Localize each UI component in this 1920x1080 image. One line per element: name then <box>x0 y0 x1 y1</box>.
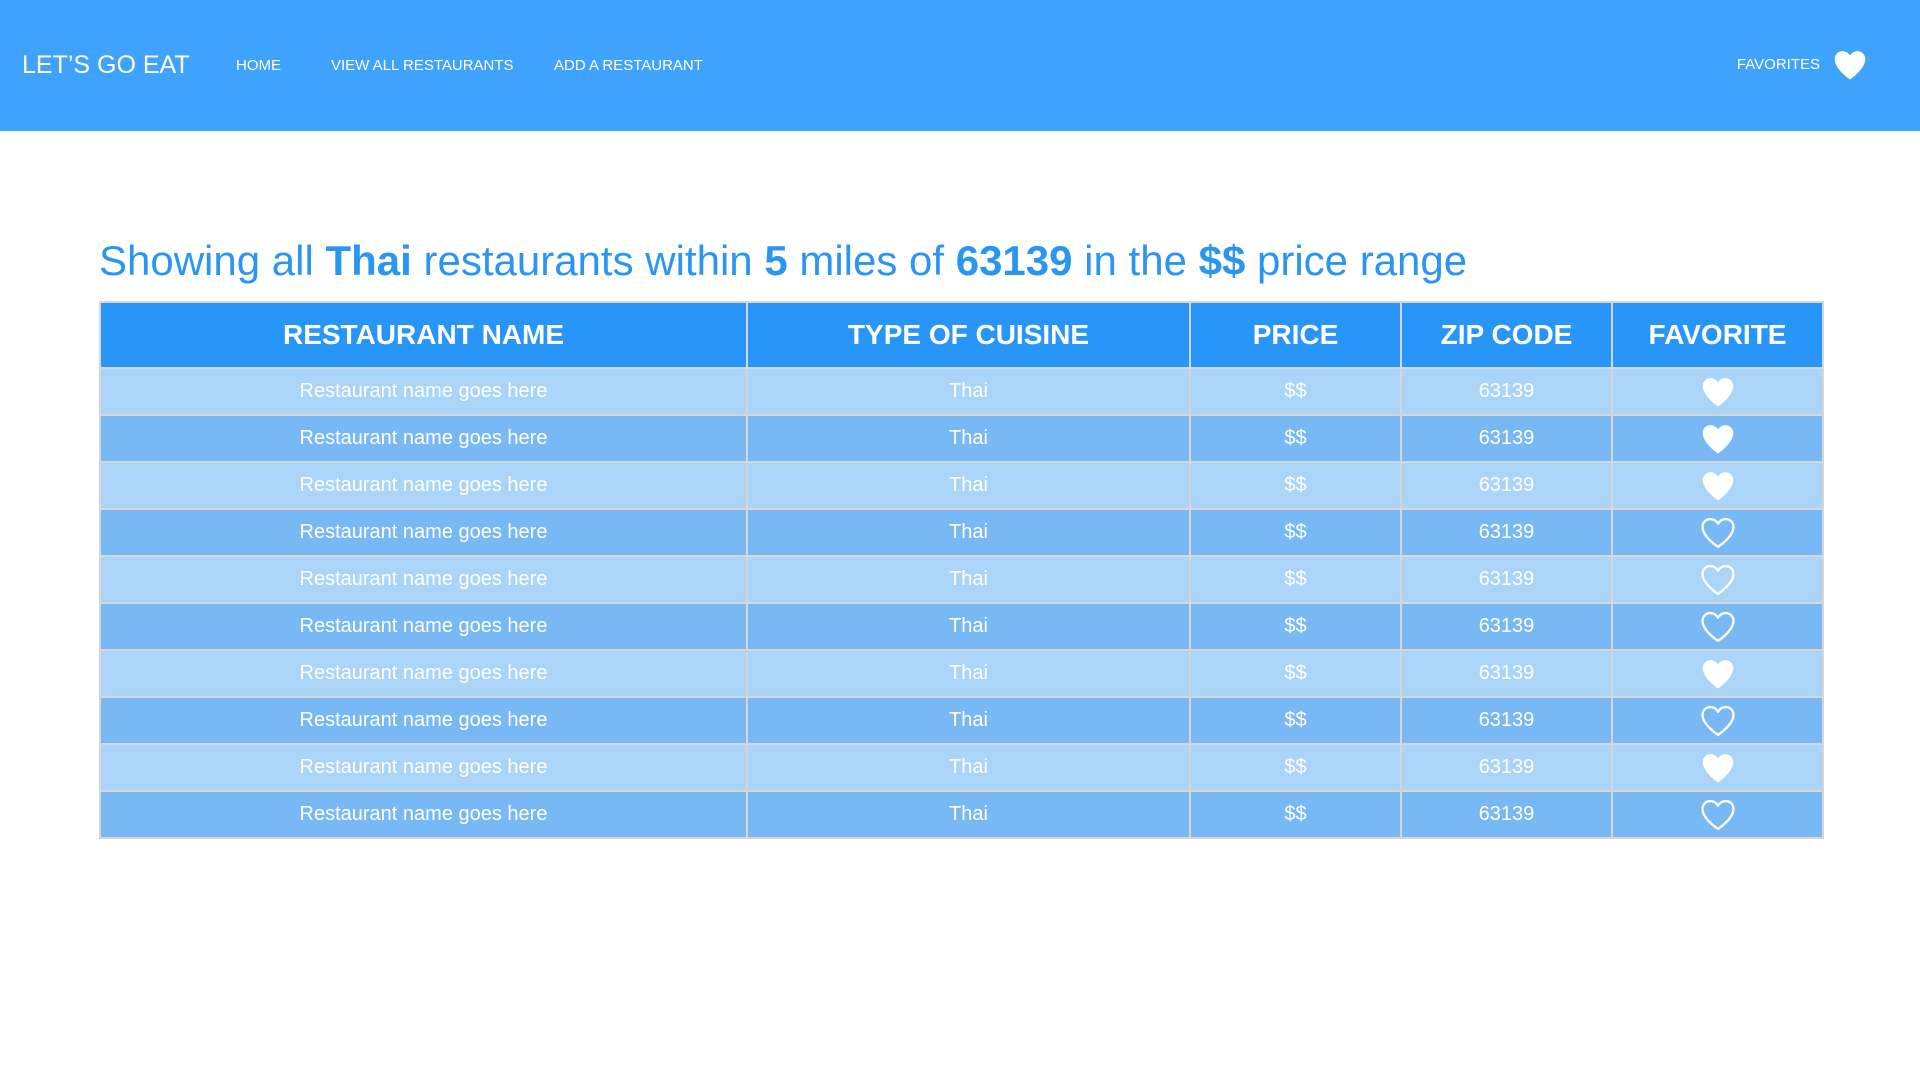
restaurants-table: RESTAURANT NAME TYPE OF CUISINE PRICE ZI… <box>99 301 1824 839</box>
price-cell: $$ <box>1189 508 1402 557</box>
restaurant-name-cell[interactable]: Restaurant name goes here <box>99 367 748 416</box>
cuisine-cell: Thai <box>746 743 1191 792</box>
heart-filled-icon[interactable] <box>1613 423 1822 455</box>
headline-text: in the <box>1072 237 1199 284</box>
headline-text: price range <box>1245 237 1468 284</box>
zip-code-cell: 63139 <box>1400 367 1613 416</box>
column-header-favorite[interactable]: FAVORITE <box>1611 301 1824 369</box>
table-row[interactable]: Restaurant name goes here Thai $$ 63139 <box>99 508 1824 557</box>
zip-code-cell: 63139 <box>1400 555 1613 604</box>
nav-link-add-a-restaurant[interactable]: ADD A RESTAURANT <box>554 57 703 75</box>
restaurant-name-cell[interactable]: Restaurant name goes here <box>99 555 748 604</box>
favorite-cell <box>1611 461 1824 510</box>
restaurant-name-cell[interactable]: Restaurant name goes here <box>99 602 748 651</box>
headline-miles: 5 <box>764 237 788 284</box>
cuisine-cell: Thai <box>746 367 1191 416</box>
column-header-type-of-cuisine[interactable]: TYPE OF CUISINE <box>746 301 1191 369</box>
price-cell: $$ <box>1189 696 1402 745</box>
cuisine-cell: Thai <box>746 790 1191 839</box>
headline-text: Showing all <box>99 237 326 284</box>
favorites-nav-button[interactable]: FAVORITES <box>1737 45 1868 85</box>
price-cell: $$ <box>1189 602 1402 651</box>
favorite-cell <box>1611 508 1824 557</box>
price-cell: $$ <box>1189 743 1402 792</box>
zip-code-cell: 63139 <box>1400 508 1613 557</box>
table-row[interactable]: Restaurant name goes here Thai $$ 63139 <box>99 743 1824 792</box>
nav-link-view-all-restaurants[interactable]: VIEW ALL RESTAURANTS <box>331 57 514 75</box>
top-navbar: LET’S GO EAT HOME VIEW ALL RESTAURANTS A… <box>0 0 1920 131</box>
favorite-cell <box>1611 743 1824 792</box>
table-body: Restaurant name goes here Thai $$ 63139 Rest… <box>99 367 1824 839</box>
zip-code-cell: 63139 <box>1400 696 1613 745</box>
price-cell: $$ <box>1189 649 1402 698</box>
zip-code-cell: 63139 <box>1400 790 1613 839</box>
restaurant-name-cell[interactable]: Restaurant name goes here <box>99 649 748 698</box>
results-headline: Showing all Thai restaurants within 5 mi… <box>99 232 1467 290</box>
column-header-restaurant-name[interactable]: RESTAURANT NAME <box>99 301 748 369</box>
headline-cuisine: Thai <box>325 237 412 284</box>
favorite-cell <box>1611 649 1824 698</box>
price-cell: $$ <box>1189 414 1402 463</box>
restaurant-name-cell[interactable]: Restaurant name goes here <box>99 508 748 557</box>
restaurant-name-cell[interactable]: Restaurant name goes here <box>99 461 748 510</box>
cuisine-cell: Thai <box>746 649 1191 698</box>
favorite-cell <box>1611 696 1824 745</box>
heart-filled-icon[interactable] <box>1613 658 1822 690</box>
cuisine-cell: Thai <box>746 508 1191 557</box>
brand-logo[interactable]: LET’S GO EAT <box>22 50 190 80</box>
price-cell: $$ <box>1189 790 1402 839</box>
headline-text: miles of <box>787 237 956 284</box>
headline-zip: 63139 <box>955 237 1073 284</box>
heart-outline-icon[interactable] <box>1613 798 1822 832</box>
favorite-cell <box>1611 602 1824 651</box>
table-row[interactable]: Restaurant name goes here Thai $$ 63139 <box>99 649 1824 698</box>
price-cell: $$ <box>1189 367 1402 416</box>
restaurant-name-cell[interactable]: Restaurant name goes here <box>99 696 748 745</box>
favorite-cell <box>1611 414 1824 463</box>
heart-outline-icon[interactable] <box>1613 563 1822 597</box>
heart-outline-icon[interactable] <box>1613 704 1822 738</box>
zip-code-cell: 63139 <box>1400 414 1613 463</box>
heart-filled-icon[interactable] <box>1613 470 1822 502</box>
restaurant-name-cell[interactable]: Restaurant name goes here <box>99 790 748 839</box>
heart-filled-icon[interactable] <box>1613 752 1822 784</box>
cuisine-cell: Thai <box>746 555 1191 604</box>
nav-link-home[interactable]: HOME <box>236 57 281 75</box>
table-row[interactable]: Restaurant name goes here Thai $$ 63139 <box>99 790 1824 839</box>
table-row[interactable]: Restaurant name goes here Thai $$ 63139 <box>99 602 1824 651</box>
heart-filled-icon <box>1832 49 1868 81</box>
table-row[interactable]: Restaurant name goes here Thai $$ 63139 <box>99 555 1824 604</box>
heart-outline-icon[interactable] <box>1613 610 1822 644</box>
favorite-cell <box>1611 790 1824 839</box>
cuisine-cell: Thai <box>746 696 1191 745</box>
table-row[interactable]: Restaurant name goes here Thai $$ 63139 <box>99 367 1824 416</box>
zip-code-cell: 63139 <box>1400 602 1613 651</box>
favorite-cell <box>1611 367 1824 416</box>
column-header-zip-code[interactable]: ZIP CODE <box>1400 301 1613 369</box>
zip-code-cell: 63139 <box>1400 461 1613 510</box>
heart-outline-icon[interactable] <box>1613 516 1822 550</box>
cuisine-cell: Thai <box>746 461 1191 510</box>
zip-code-cell: 63139 <box>1400 649 1613 698</box>
price-cell: $$ <box>1189 461 1402 510</box>
column-header-price[interactable]: PRICE <box>1189 301 1402 369</box>
favorite-cell <box>1611 555 1824 604</box>
restaurant-name-cell[interactable]: Restaurant name goes here <box>99 743 748 792</box>
headline-text: restaurants within <box>411 237 765 284</box>
table-header-row: RESTAURANT NAME TYPE OF CUISINE PRICE ZI… <box>99 301 1824 369</box>
headline-price: $$ <box>1198 237 1246 284</box>
favorites-nav-label: FAVORITES <box>1736 56 1820 73</box>
table-row[interactable]: Restaurant name goes here Thai $$ 63139 <box>99 461 1824 510</box>
cuisine-cell: Thai <box>746 414 1191 463</box>
table-row[interactable]: Restaurant name goes here Thai $$ 63139 <box>99 414 1824 463</box>
restaurant-name-cell[interactable]: Restaurant name goes here <box>99 414 748 463</box>
heart-filled-icon[interactable] <box>1613 376 1822 408</box>
cuisine-cell: Thai <box>746 602 1191 651</box>
zip-code-cell: 63139 <box>1400 743 1613 792</box>
price-cell: $$ <box>1189 555 1402 604</box>
table-row[interactable]: Restaurant name goes here Thai $$ 63139 <box>99 696 1824 745</box>
